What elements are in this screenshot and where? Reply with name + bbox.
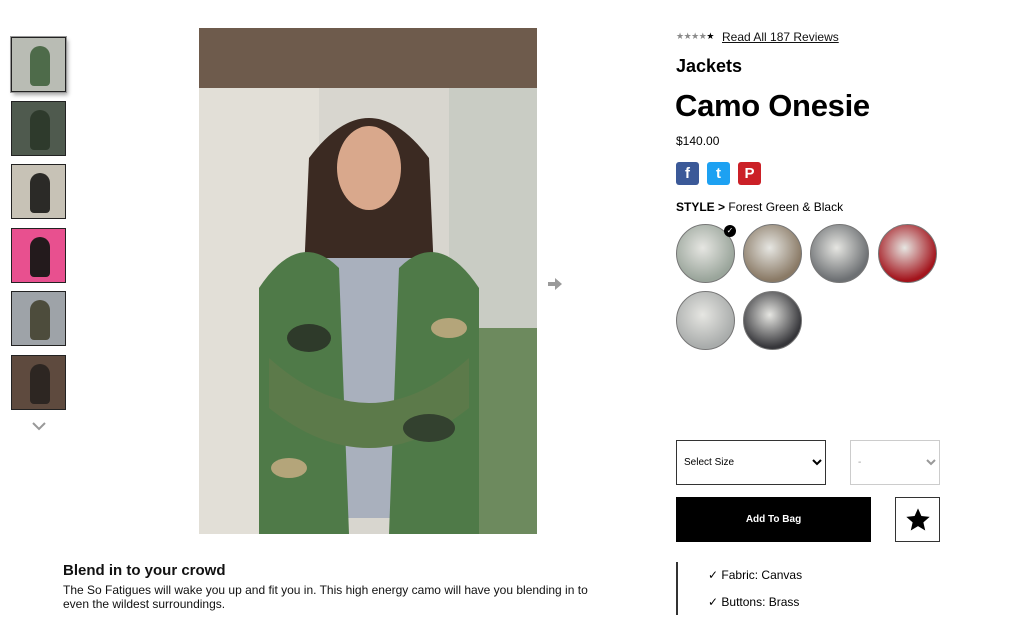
model-photo — [199, 28, 537, 534]
style-value: Forest Green & Black — [728, 200, 844, 214]
next-image-arrow-icon[interactable] — [546, 275, 564, 293]
size-select[interactable]: Select Size — [676, 440, 826, 485]
star-icon: ★ — [691, 31, 699, 41]
wishlist-button[interactable] — [895, 497, 940, 542]
thumbnail-5[interactable] — [11, 291, 66, 346]
feature-list: ✓ Fabric: Canvas ✓ Buttons: Brass — [676, 562, 926, 615]
star-icon: ★ — [683, 31, 692, 41]
read-reviews-link[interactable]: Read All 187 Reviews — [722, 30, 839, 44]
thumbnail-6[interactable] — [11, 354, 66, 410]
star-rating: ★ ★ ★ ★ ★ — [676, 31, 714, 42]
facebook-icon[interactable]: f — [676, 162, 699, 185]
quantity-select[interactable]: - — [850, 440, 940, 485]
thumbnail-figure — [30, 236, 50, 277]
add-to-bag-button[interactable]: Add To Bag — [676, 497, 871, 542]
style-selection: STYLE > Forest Green & Black — [676, 200, 843, 214]
thumbnail-2[interactable] — [11, 100, 66, 156]
style-swatch-3[interactable] — [810, 224, 869, 283]
style-swatch-5[interactable] — [676, 291, 735, 350]
thumbnail-figure — [30, 173, 50, 213]
product-category: Jackets — [676, 56, 743, 76]
social-share: f t P — [676, 162, 761, 185]
feature-item: ✓ Buttons: Brass — [708, 595, 800, 609]
description-body: The So Fatigues will wake you up and fit… — [63, 583, 588, 611]
twitter-icon[interactable]: t — [707, 162, 730, 185]
thumbnail-4[interactable] — [11, 227, 66, 283]
star-icon — [905, 507, 930, 530]
description-title: Blend in to your crowd — [63, 562, 226, 579]
star-icon: ★ — [676, 31, 684, 41]
style-swatch-4[interactable] — [878, 224, 937, 283]
thumbnail-figure — [30, 363, 50, 404]
feature-item: ✓ Fabric: Canvas — [708, 568, 803, 582]
style-swatch-2[interactable] — [743, 224, 802, 283]
thumbnail-1[interactable] — [11, 37, 66, 92]
style-label: STYLE > — [676, 200, 726, 214]
style-swatch-6[interactable] — [743, 291, 802, 350]
star-icon: ★ — [698, 31, 707, 41]
thumbnail-figure — [30, 46, 50, 86]
thumbnail-3[interactable] — [11, 164, 66, 219]
thumbnail-figure — [30, 109, 50, 150]
star-icon: ★ — [706, 31, 714, 41]
chevron-down-icon[interactable] — [30, 418, 48, 434]
product-price: $140.00 — [676, 134, 720, 148]
selected-check-icon: ✓ — [724, 225, 736, 237]
pinterest-icon[interactable]: P — [738, 162, 761, 185]
thumbnail-figure — [30, 300, 50, 340]
product-title: Camo Onesie — [675, 88, 870, 123]
main-product-image — [199, 28, 537, 534]
